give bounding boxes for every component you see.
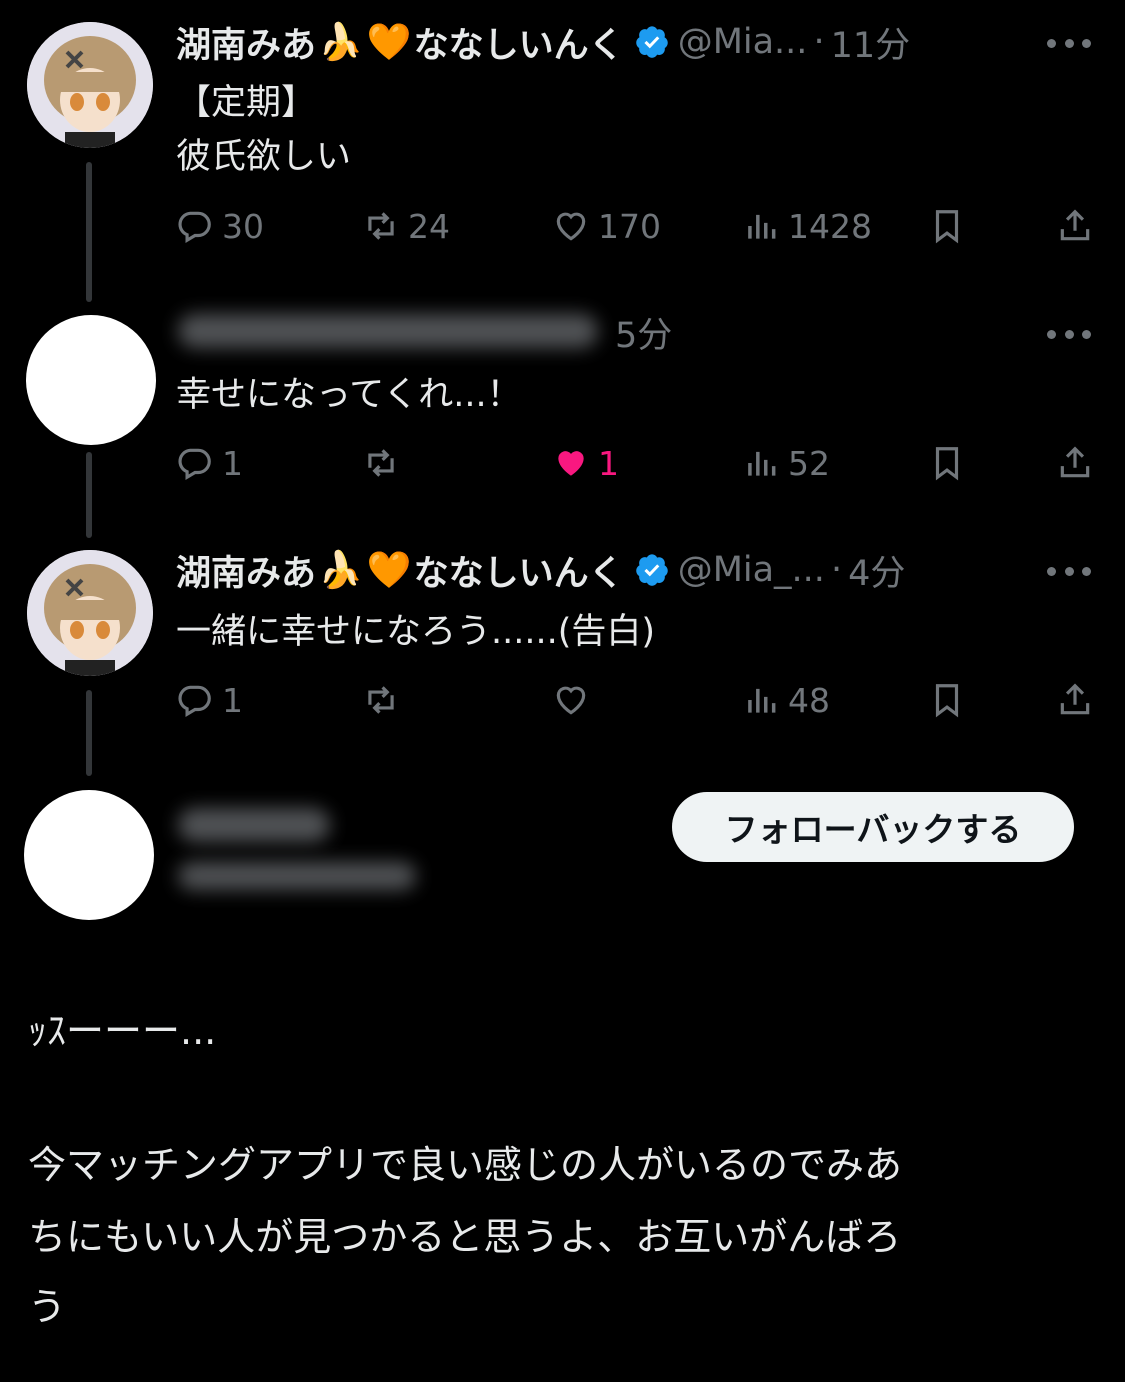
share-button[interactable]: [1056, 678, 1094, 722]
orange-heart-emoji: 🧡: [366, 550, 412, 591]
separator-dot: ·: [813, 22, 825, 62]
bookmark-button[interactable]: [928, 441, 966, 485]
like-count: 1: [598, 443, 619, 483]
repost-button[interactable]: 24: [362, 204, 450, 248]
reply-button[interactable]: 1: [176, 441, 243, 485]
reply-count: 1: [222, 443, 243, 483]
avatar-image: [27, 22, 153, 148]
caption-line: ちにもいい人が見つかると思うよ、お互いがんばろ: [28, 1215, 902, 1259]
reply-count: 30: [222, 206, 264, 246]
display-name[interactable]: 湖南みあ: [176, 545, 316, 596]
caption-line: 今マッチングアプリで良い感じの人がいるのでみあ: [28, 1143, 903, 1187]
avatar-image: [27, 550, 153, 676]
caption-line: ｯｽーーー...: [28, 1009, 217, 1053]
bookmark-button[interactable]: [928, 678, 966, 722]
avatar[interactable]: [27, 550, 153, 676]
repost-button[interactable]: [362, 678, 408, 722]
separator-dot: ·: [830, 550, 843, 590]
display-name-suffix[interactable]: ななしいんく: [414, 17, 624, 68]
bookmark-button[interactable]: [928, 204, 966, 248]
blurred-display-name: [178, 314, 598, 348]
post-text-line: 一緒に幸せになろう......(告白): [176, 612, 656, 652]
display-name[interactable]: 湖南みあ: [176, 17, 316, 68]
share-icon: [1060, 683, 1090, 715]
like-button[interactable]: 1: [552, 441, 619, 485]
share-icon: [1060, 446, 1090, 478]
share-icon: [1060, 209, 1090, 241]
verified-badge-icon: [634, 552, 670, 588]
banana-emoji: 🍌: [318, 550, 363, 591]
views-button[interactable]: 48: [742, 678, 830, 722]
blurred-handle: [178, 862, 416, 890]
post-header: 湖南みあ 🍌 🧡 ななしいんく @Mia... · 11分: [176, 12, 910, 72]
more-icon[interactable]: [1047, 324, 1091, 344]
share-button[interactable]: [1056, 441, 1094, 485]
avatar[interactable]: [27, 22, 153, 148]
blurred-display-name: [178, 808, 330, 842]
bookmark-icon: [935, 447, 959, 481]
repost-icon: [368, 686, 394, 714]
thread-line: [86, 690, 92, 776]
reply-button[interactable]: 1: [176, 678, 243, 722]
handle[interactable]: @Mia_...: [678, 550, 825, 590]
repost-icon: [368, 449, 394, 477]
reply-icon: [178, 685, 211, 718]
caption-line: う: [28, 1285, 67, 1329]
display-name-suffix[interactable]: ななしいんく: [414, 545, 624, 596]
thread-line: [86, 452, 92, 538]
views-icon: [748, 451, 776, 476]
bookmark-icon: [935, 210, 959, 244]
reply-count: 1: [222, 680, 243, 720]
post-header: 5分: [615, 302, 672, 362]
banana-emoji: 🍌: [318, 22, 363, 63]
heart-icon: [556, 686, 586, 715]
avatar[interactable]: [24, 790, 154, 920]
post-text-line: 【定期】: [176, 83, 317, 123]
views-button[interactable]: 1428: [742, 204, 872, 248]
reply-button[interactable]: 30: [176, 204, 264, 248]
views-button[interactable]: 52: [742, 441, 830, 485]
follow-back-button[interactable]: フォローバックする: [672, 792, 1074, 862]
more-icon[interactable]: [1047, 33, 1091, 53]
view-count: 48: [788, 680, 830, 720]
thread-line: [86, 162, 92, 302]
like-button[interactable]: [552, 678, 598, 722]
view-count: 1428: [788, 206, 872, 246]
timestamp[interactable]: 11分: [831, 17, 911, 68]
share-button[interactable]: [1056, 204, 1094, 248]
handle[interactable]: @Mia...: [678, 22, 808, 62]
verified-badge-icon: [634, 24, 670, 60]
timestamp[interactable]: 5分: [615, 307, 672, 358]
repost-button[interactable]: [362, 441, 408, 485]
reply-icon: [178, 448, 211, 481]
orange-heart-emoji: 🧡: [366, 22, 412, 63]
like-button[interactable]: 170: [552, 204, 661, 248]
avatar[interactable]: [26, 315, 156, 445]
reply-icon: [178, 211, 211, 244]
views-icon: [748, 214, 776, 239]
post-header: 湖南みあ 🍌 🧡 ななしいんく @Mia_... · 4分: [176, 540, 905, 600]
view-count: 52: [788, 443, 830, 483]
bookmark-icon: [935, 684, 959, 718]
views-icon: [748, 688, 776, 713]
post-text-line: 彼氏欲しい: [176, 137, 352, 177]
post-text-line: 幸せになってくれ...！: [176, 375, 522, 415]
heart-filled-icon: [558, 451, 584, 476]
repost-count: 24: [408, 206, 450, 246]
like-count: 170: [598, 206, 661, 246]
timestamp[interactable]: 4分: [848, 545, 905, 596]
heart-icon: [556, 212, 586, 241]
repost-icon: [368, 212, 394, 240]
more-icon[interactable]: [1047, 561, 1091, 581]
